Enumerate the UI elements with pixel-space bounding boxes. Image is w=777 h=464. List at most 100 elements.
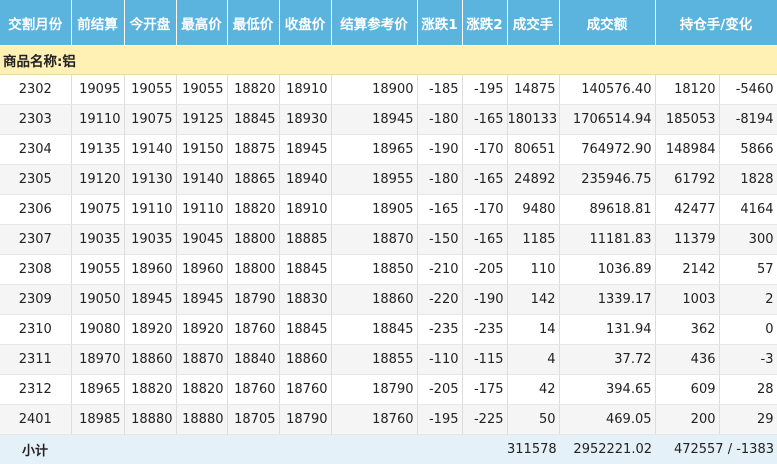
table-row[interactable]: 2307190351903519045188001888518870-150-1… [0,225,777,255]
cell-settle-ref: 18860 [331,285,417,315]
cell-settle-ref: 18965 [331,135,417,165]
cell-turnover: 131.94 [559,315,655,345]
cell-turnover: 1339.17 [559,285,655,315]
cell-low: 18800 [227,225,279,255]
cell-change1: -205 [417,375,462,405]
cell-volume: 180133 [507,105,559,135]
cell-close: 18945 [279,135,331,165]
cell-close: 18845 [279,315,331,345]
cell-open-interest: 42477 [655,195,719,225]
cell-prev-settle: 19035 [71,225,124,255]
cell-high: 18920 [176,315,227,345]
cell-open: 19140 [124,135,176,165]
cell-delivery-month: 2311 [0,345,71,375]
cell-change1: -210 [417,255,462,285]
cell-open: 19055 [124,75,176,105]
cell-delivery-month: 2303 [0,105,71,135]
cell-oi-change: -8194 [719,105,777,135]
cell-low: 18820 [227,195,279,225]
cell-low: 18875 [227,135,279,165]
table-row[interactable]: 2302190951905519055188201891018900-185-1… [0,75,777,105]
cell-change2: -195 [462,75,507,105]
cell-open: 19075 [124,105,176,135]
cell-turnover: 764972.90 [559,135,655,165]
header-high[interactable]: 最高价 [176,0,227,46]
cell-close: 18845 [279,255,331,285]
cell-close: 18760 [279,375,331,405]
header-change2[interactable]: 涨跌2 [462,0,507,46]
cell-change2: -170 [462,195,507,225]
cell-change1: -220 [417,285,462,315]
header-open-interest-change[interactable]: 持仓手/变化 [655,0,777,46]
table-row[interactable]: 2312189651882018820187601876018790-205-1… [0,375,777,405]
table-row[interactable]: 2305191201913019140188651894018955-180-1… [0,165,777,195]
commodity-name-label: 商品名称:铝 [0,46,777,75]
header-open-interest: 持仓手 [680,17,721,33]
cell-high: 18880 [176,405,227,435]
cell-change1: -185 [417,75,462,105]
table-row[interactable]: 2306190751911019110188201891018905-165-1… [0,195,777,225]
cell-change2: -170 [462,135,507,165]
cell-open-interest: 2142 [655,255,719,285]
cell-change1: -165 [417,195,462,225]
cell-prev-settle: 18970 [71,345,124,375]
header-prev-settle[interactable]: 前结算 [71,0,124,46]
cell-change2: -190 [462,285,507,315]
cell-low: 18705 [227,405,279,435]
cell-prev-settle: 18965 [71,375,124,405]
cell-oi-change: -5460 [719,75,777,105]
cell-settle-ref: 18905 [331,195,417,225]
cell-delivery-month: 2307 [0,225,71,255]
section-row: 商品名称:铝 [0,46,777,75]
cell-close: 18830 [279,285,331,315]
cell-oi-change: 4164 [719,195,777,225]
cell-low: 18840 [227,345,279,375]
cell-open-interest: 18120 [655,75,719,105]
cell-close: 18885 [279,225,331,255]
header-close[interactable]: 收盘价 [279,0,331,46]
cell-settle-ref: 18870 [331,225,417,255]
cell-high: 18820 [176,375,227,405]
cell-change2: -165 [462,225,507,255]
header-volume[interactable]: 成交手 [507,0,559,46]
header-open[interactable]: 今开盘 [124,0,176,46]
cell-low: 18760 [227,375,279,405]
table-row[interactable]: 2304191351914019150188751894518965-190-1… [0,135,777,165]
cell-turnover: 235946.75 [559,165,655,195]
header-settle-ref[interactable]: 结算参考价 [331,0,417,46]
table-row[interactable]: 2401189851888018880187051879018760-195-2… [0,405,777,435]
cell-low: 18865 [227,165,279,195]
cell-high: 18945 [176,285,227,315]
cell-prev-settle: 19055 [71,255,124,285]
header-turnover[interactable]: 成交额 [559,0,655,46]
cell-open-interest: 436 [655,345,719,375]
table-row[interactable]: 2310190801892018920187601884518845-235-2… [0,315,777,345]
cell-settle-ref: 18855 [331,345,417,375]
table-row[interactable]: 2309190501894518945187901883018860-220-1… [0,285,777,315]
cell-low: 18845 [227,105,279,135]
table-row[interactable]: 2311189701886018870188401886018855-110-1… [0,345,777,375]
subtotal-turnover: 2952221.02 [559,435,655,464]
header-change1[interactable]: 涨跌1 [417,0,462,46]
cell-change2: -115 [462,345,507,375]
cell-change1: -235 [417,315,462,345]
cell-oi-change: 1828 [719,165,777,195]
cell-low: 18800 [227,255,279,285]
cell-close: 18910 [279,75,331,105]
cell-volume: 80651 [507,135,559,165]
cell-oi-change: 5866 [719,135,777,165]
cell-volume: 1185 [507,225,559,255]
cell-change2: -235 [462,315,507,345]
header-delivery-month[interactable]: 交割月份 [0,0,71,46]
cell-open-interest: 61792 [655,165,719,195]
cell-settle-ref: 18955 [331,165,417,195]
cell-delivery-month: 2305 [0,165,71,195]
header-change: 变化 [725,17,752,33]
cell-oi-change: -3 [719,345,777,375]
cell-high: 19055 [176,75,227,105]
table-row[interactable]: 2303191101907519125188451893018945-180-1… [0,105,777,135]
cell-settle-ref: 18850 [331,255,417,285]
table-row[interactable]: 2308190551896018960188001884518850-210-2… [0,255,777,285]
cell-open: 18820 [124,375,176,405]
header-low[interactable]: 最低价 [227,0,279,46]
